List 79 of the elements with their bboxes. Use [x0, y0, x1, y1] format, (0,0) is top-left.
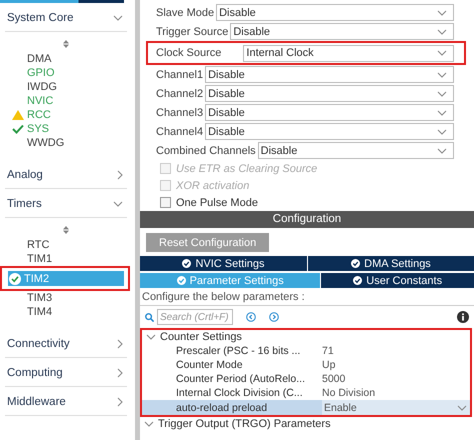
dropdown[interactable]: Disable [258, 142, 454, 159]
section-header[interactable]: Connectivity [5, 331, 127, 358]
parameter-value: Up [322, 359, 336, 371]
sidebar-item[interactable]: RTC [5, 238, 127, 252]
chevron-down-icon [437, 72, 447, 78]
field-label: Channel1 [156, 68, 204, 80]
field-label: Trigger Source [156, 26, 230, 38]
sidebar-item[interactable]: IWDG [5, 80, 127, 94]
parameter-name: Prescaler (PSC - 16 bits ... [176, 345, 302, 357]
sidebar-item[interactable]: TIM4 [5, 305, 127, 319]
parameter-value: 71 [322, 345, 334, 357]
chevron-down-icon [437, 10, 447, 16]
parameter-name: Counter Mode [176, 359, 244, 371]
field-label: Clock Source [156, 47, 222, 59]
chevron-right-icon [117, 397, 123, 407]
chevron-down-icon [146, 334, 156, 340]
info-icon [457, 311, 469, 323]
section-header[interactable]: Middleware [5, 389, 127, 416]
sort-icon [63, 226, 69, 234]
check-circle-icon [351, 259, 360, 268]
field-label: Combined Channels [156, 144, 257, 156]
chevron-right-icon [117, 339, 123, 349]
tab[interactable]: NVIC Settings [140, 256, 307, 271]
checkbox-label: XOR activation [176, 180, 250, 192]
dropdown[interactable]: Disable [205, 66, 454, 83]
hint-text: Configure the below parameters : [140, 288, 474, 306]
dropdown[interactable]: Internal Clock [243, 44, 454, 62]
dropdown[interactable]: Disable [216, 4, 454, 21]
sort-icon [63, 40, 69, 48]
dropdown[interactable]: Disable [205, 123, 454, 140]
dropdown[interactable]: Disable [205, 85, 454, 102]
check-circle-icon [353, 276, 362, 285]
checkbox-label: One Pulse Mode [176, 196, 258, 208]
dropdown[interactable]: Enable [322, 400, 470, 415]
chevron-right-icon [117, 368, 123, 378]
chevron-down-icon [457, 404, 467, 410]
sidebar-item[interactable]: DMA [5, 52, 127, 66]
chevron-down-icon [437, 50, 447, 56]
chevron-right-icon [117, 170, 123, 180]
next-icon [269, 312, 279, 322]
field-label: Channel2 [156, 88, 204, 100]
sidebar-item[interactable]: TIM1 [5, 252, 127, 266]
chevron-down-icon [437, 128, 447, 134]
panel-title: Configuration [140, 211, 474, 228]
tab[interactable]: DMA Settings [308, 256, 474, 271]
sidebar-item[interactable]: TIM3 [5, 291, 127, 305]
section-header[interactable]: Computing [5, 360, 127, 387]
dropdown[interactable]: Disable [205, 104, 454, 121]
section-header[interactable]: System Core [5, 5, 127, 32]
parameter-name: Internal Clock Division (C... [176, 387, 304, 399]
field-label: Slave Mode [156, 6, 216, 18]
sidebar-item[interactable]: WWDG [5, 136, 127, 150]
section-header[interactable]: Analog [5, 162, 127, 189]
chevron-down-icon [144, 421, 154, 427]
parameter-value: No Division [322, 387, 376, 399]
section-header[interactable]: Timers [5, 191, 127, 218]
chevron-down-icon [437, 110, 447, 116]
parameter-name: Counter Period (AutoRelo... [176, 373, 306, 385]
chevron-down-icon [113, 15, 123, 21]
checkbox-label: Use ETR as Clearing Source [176, 162, 318, 174]
dropdown[interactable]: Disable [230, 23, 454, 40]
group-header[interactable]: Counter Settings [142, 330, 470, 344]
group-header[interactable]: Trigger Output (TRGO) Parameters [140, 417, 474, 431]
chevron-down-icon [113, 201, 123, 207]
search-icon [145, 312, 154, 322]
search-field[interactable]: Search (Crtl+F) [157, 309, 233, 325]
check-circle-icon [176, 276, 186, 285]
field-label: Channel3 [156, 106, 204, 118]
check-circle-icon [182, 259, 192, 268]
chevron-down-icon [437, 148, 447, 154]
parameter-value: 5000 [322, 373, 346, 385]
parameter-name: auto-reload preload [176, 402, 268, 414]
previous-icon [246, 312, 256, 322]
field-label: Channel4 [156, 126, 204, 138]
chevron-down-icon [437, 90, 447, 96]
tab[interactable]: User Constants [321, 273, 474, 288]
chevron-down-icon [437, 28, 447, 34]
selected-row[interactable]: auto-reload preload Enable [142, 400, 470, 415]
checkbox[interactable] [160, 197, 171, 208]
